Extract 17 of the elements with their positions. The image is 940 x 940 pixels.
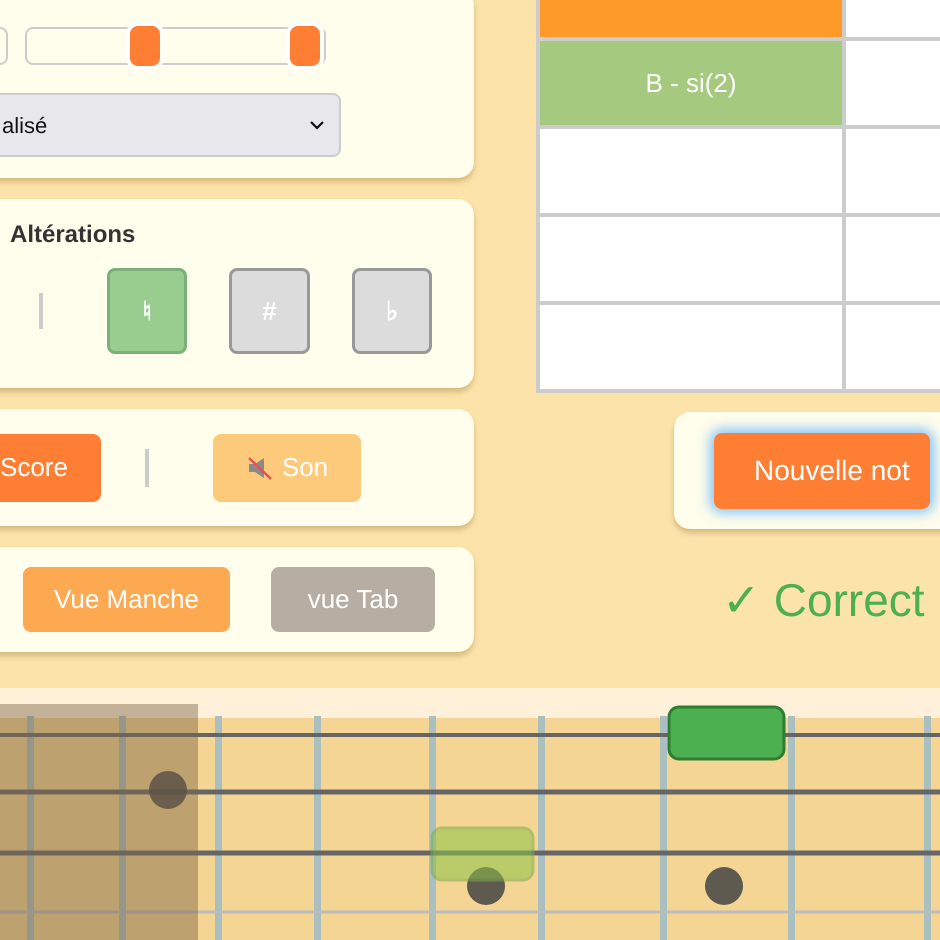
muted-speaker-icon <box>246 454 274 480</box>
new-note-button[interactable]: Nouvelle not <box>714 432 930 508</box>
slider-thumb[interactable] <box>286 22 324 70</box>
view-tab[interactable]: Vue Manche <box>23 567 230 632</box>
alteration-button[interactable]: ♮ <box>106 268 188 354</box>
slider-thumb[interactable] <box>126 22 164 70</box>
feedback-text: ✓ Correct <box>722 573 926 627</box>
score-button[interactable]: Score <box>0 434 101 502</box>
alteration-button[interactable]: ♭ <box>352 268 432 354</box>
select-field[interactable]: alisé <box>0 93 341 157</box>
range-slider-track[interactable] <box>25 20 326 72</box>
section-title: Altérations <box>10 221 136 249</box>
chevron-down-icon <box>309 120 325 130</box>
sound-button[interactable]: Son <box>213 434 361 502</box>
view-tab[interactable]: vue Tab <box>271 567 435 632</box>
table-cell: B - si(2) <box>540 41 842 125</box>
alteration-button[interactable]: # <box>229 268 310 354</box>
